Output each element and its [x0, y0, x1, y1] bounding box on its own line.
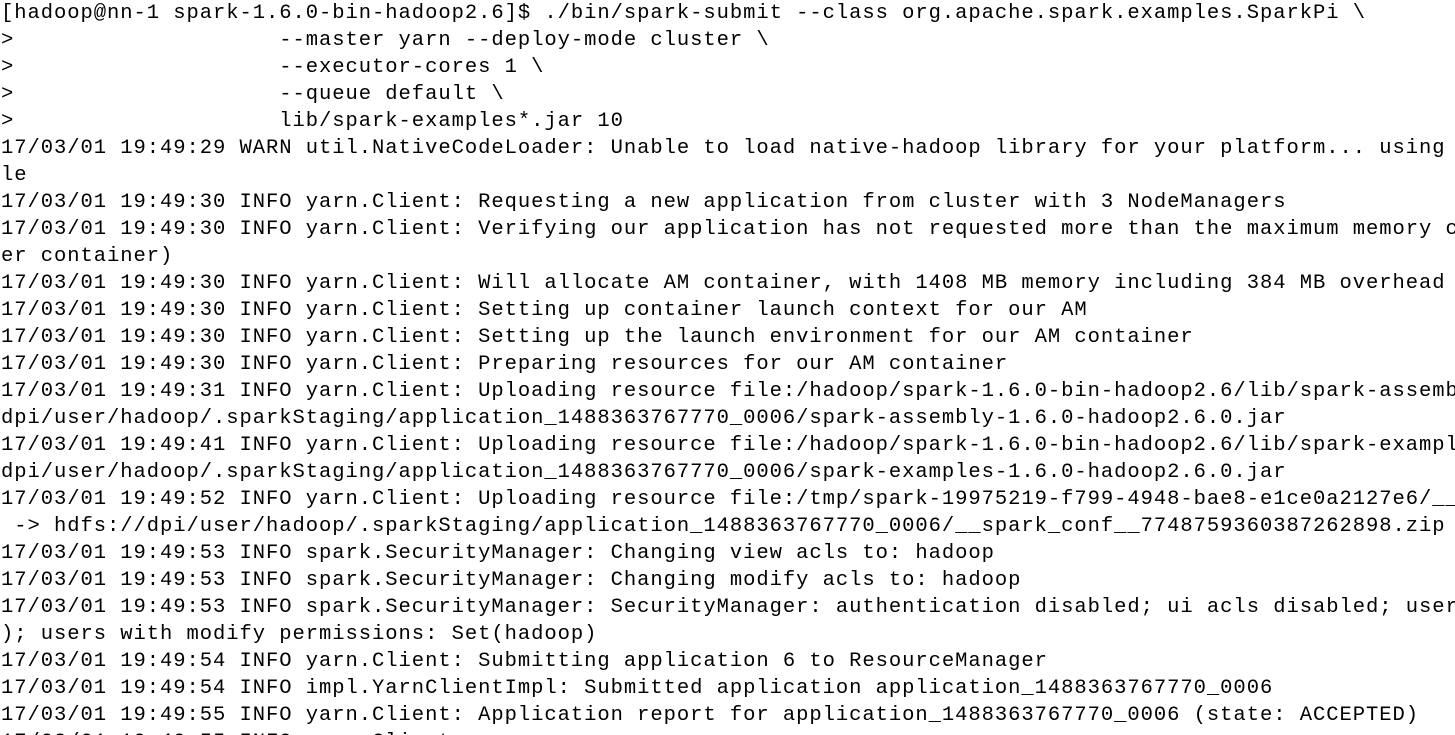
terminal-line: dpi/user/hadoop/.sparkStaging/applicatio…: [1, 461, 1287, 484]
terminal-line: [hadoop@nn-1 spark-1.6.0-bin-hadoop2.6]$…: [1, 2, 1366, 25]
terminal-line: 17/03/01 19:49:30 INFO yarn.Client: Sett…: [1, 326, 1194, 349]
terminal-line: dpi/user/hadoop/.sparkStaging/applicatio…: [1, 407, 1287, 430]
terminal-line: 17/03/01 19:49:30 INFO yarn.Client: Sett…: [1, 299, 1088, 322]
terminal-line: 17/03/01 19:49:31 INFO yarn.Client: Uplo…: [1, 380, 1455, 403]
terminal-line: 17/03/01 19:49:30 INFO yarn.Client: Prep…: [1, 353, 1009, 376]
terminal-line: ); users with modify permissions: Set(ha…: [1, 623, 598, 646]
terminal-line: le: [1, 164, 28, 187]
terminal-line: > lib/spark-examples*.jar 10: [1, 110, 624, 133]
terminal-line: > --executor-cores 1 \: [1, 56, 545, 79]
terminal-line: 17/03/01 19:49:54 INFO impl.YarnClientIm…: [1, 677, 1274, 700]
terminal-line: 17/03/01 19:49:53 INFO spark.SecurityMan…: [1, 542, 995, 565]
terminal-line: > --master yarn --deploy-mode cluster \: [1, 29, 770, 52]
terminal-line: 17/03/01 19:49:29 WARN util.NativeCodeLo…: [1, 137, 1455, 160]
terminal-window[interactable]: [hadoop@nn-1 spark-1.6.0-bin-hadoop2.6]$…: [0, 0, 1455, 735]
terminal-line: 17/03/01 19:49:55 INFO yarn.Client: Appl…: [1, 704, 1419, 727]
terminal-line: 17/03/01 19:49:54 INFO yarn.Client: Subm…: [1, 650, 1048, 673]
terminal-output-area[interactable]: [hadoop@nn-1 spark-1.6.0-bin-hadoop2.6]$…: [0, 0, 1455, 735]
terminal-line: 17/03/01 19:49:53 INFO spark.SecurityMan…: [1, 596, 1455, 619]
terminal-line: 17/03/01 19:49:30 INFO yarn.Client: Veri…: [1, 218, 1455, 241]
terminal-line: 17/03/01 19:49:30 INFO yarn.Client: Requ…: [1, 191, 1287, 214]
terminal-line: 17/03/01 19:49:52 INFO yarn.Client: Uplo…: [1, 488, 1455, 511]
terminal-line: > --queue default \: [1, 83, 505, 106]
terminal-line: 17/03/01 19:49:41 INFO yarn.Client: Uplo…: [1, 434, 1455, 457]
terminal-line: -> hdfs://dpi/user/hadoop/.sparkStaging/…: [1, 515, 1446, 538]
terminal-line: 17/03/01 19:49:30 INFO yarn.Client: Will…: [1, 272, 1446, 295]
terminal-line: 17/03/01 19:49:53 INFO spark.SecurityMan…: [1, 569, 1022, 592]
terminal-line: er container): [1, 245, 174, 268]
terminal-line: 17/03/01 19:49:55 INFO yarn.Client:: [1, 729, 1455, 735]
